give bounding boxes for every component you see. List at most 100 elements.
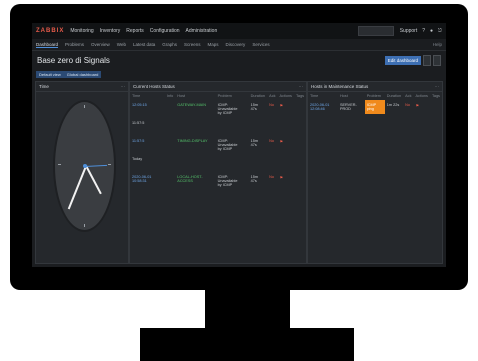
menu-inventory[interactable]: Inventory	[100, 28, 121, 34]
subnav-overview[interactable]: Overview	[91, 42, 110, 47]
column-header[interactable]: Host	[338, 92, 365, 100]
row-host[interactable]: GATEWAY-MAIN	[175, 100, 215, 118]
app-logo[interactable]: ZABBIX	[36, 28, 64, 34]
top-icons: Support ? ● ⎋	[400, 28, 442, 34]
row-time[interactable]: 12:05:15	[130, 100, 165, 118]
column-header[interactable]: Actions	[278, 92, 294, 100]
widget-title: Time	[39, 84, 49, 89]
menu-icon[interactable]	[423, 54, 431, 66]
widget-menu-icon[interactable]: ⋯	[121, 82, 126, 91]
action-icon[interactable]: ⚑	[278, 172, 294, 190]
action-icon[interactable]: ⚑	[278, 100, 294, 118]
row-problem[interactable]: ICMP: Unavailable by ICMP	[216, 172, 249, 190]
row-problem[interactable]: ICMP: Unavailable by ICMP	[216, 100, 249, 118]
menu-administration[interactable]: Administration	[186, 28, 218, 34]
row-duration: 15m 47s	[250, 103, 259, 111]
app-screen: ZABBIX Monitoring Inventory Reports Conf…	[32, 23, 446, 267]
row-time[interactable]: 11:57:5	[130, 136, 165, 154]
row-time[interactable]: 2020-06-01 10:58:31	[130, 172, 165, 190]
row-time[interactable]: 2020-06-01 12:08:46	[308, 100, 338, 114]
sub-navigation: Dashboard Problems Overview Web Latest d…	[32, 39, 446, 51]
column-header[interactable]: Ack	[267, 92, 277, 100]
maintenance-widget: Hosts in Maintenance Status ⋯ Time Host …	[307, 81, 443, 264]
action-icon[interactable]: ⚑	[278, 136, 294, 154]
subnav-problems[interactable]: Problems	[65, 42, 84, 47]
row-ack[interactable]: No	[267, 172, 277, 190]
search-input[interactable]	[357, 26, 394, 36]
row-host[interactable]: TIMING-DISPLAY	[175, 136, 215, 154]
row-host[interactable]: LOCAL-HOST-ACCESS	[175, 172, 215, 190]
analog-clock	[53, 100, 116, 232]
subnav-screens[interactable]: Screens	[184, 42, 201, 47]
top-navigation: ZABBIX Monitoring Inventory Reports Conf…	[32, 23, 446, 39]
column-header[interactable]: Duration	[249, 92, 268, 100]
table-row[interactable]: 2020-06-01 10:58:31 LOCAL-HOST-ACCESS IC…	[130, 172, 306, 190]
page-header: Base zero di Signals Edit dashboard	[32, 51, 446, 69]
column-header[interactable]: Host	[175, 92, 215, 100]
row-duration: 15m 47s	[250, 175, 259, 183]
column-header[interactable]: Problem	[216, 92, 249, 100]
row-problem[interactable]: ICMP ping	[364, 100, 385, 114]
widget-header: Time ⋯	[36, 82, 128, 92]
column-header[interactable]: Actions	[413, 92, 429, 100]
subnav-maps[interactable]: Maps	[208, 42, 219, 47]
tab-global-dashboard[interactable]: Global dashboard	[63, 70, 102, 78]
column-header[interactable]: Ack	[403, 92, 413, 100]
widgets-area: Time ⋯ Current Hosts Status ⋯ Time Info …	[35, 81, 443, 264]
widget-menu-icon[interactable]: ⋯	[299, 82, 304, 91]
column-header[interactable]: Tags	[430, 92, 442, 100]
problems-widget: Current Hosts Status ⋯ Time Info Host Pr…	[129, 81, 307, 264]
widget-menu-icon[interactable]: ⋯	[435, 82, 440, 91]
support-link[interactable]: Support	[400, 28, 418, 34]
action-icon[interactable]: ⚑	[413, 100, 429, 114]
row-ack[interactable]: No	[267, 100, 277, 118]
tab-default-view[interactable]: Default view	[36, 70, 64, 78]
menu-configuration[interactable]: Configuration	[150, 28, 180, 34]
row-time: Today	[132, 157, 143, 161]
table-row[interactable]: 11:57:5 TIMING-DISPLAY ICMP: Unavailable…	[130, 136, 306, 154]
fullscreen-icon[interactable]	[433, 54, 441, 66]
logout-icon[interactable]: ⎋	[438, 28, 442, 34]
monitor-bezel: ZABBIX Monitoring Inventory Reports Conf…	[10, 4, 468, 290]
row-ack[interactable]: No	[403, 100, 413, 114]
dashboard-breadcrumb: Default view Global dashboard	[32, 69, 446, 79]
subnav-dashboard[interactable]: Dashboard	[36, 42, 59, 48]
column-header[interactable]: Tags	[294, 92, 306, 100]
maintenance-table: Time Host Problem Duration Ack Actions T…	[308, 92, 442, 114]
monitor-base	[140, 328, 354, 361]
user-icon[interactable]: ●	[430, 28, 433, 34]
widget-header: Current Hosts Status ⋯	[130, 82, 306, 92]
time-widget: Time ⋯	[35, 81, 129, 264]
table-row: 11:57:5	[130, 118, 306, 136]
subnav-discovery[interactable]: Discovery	[226, 42, 246, 47]
clock-center	[82, 164, 87, 168]
row-ack[interactable]: No	[267, 136, 277, 154]
column-header[interactable]: Problem	[365, 92, 385, 100]
widget-title: Hosts in Maintenance Status	[311, 84, 369, 89]
column-header[interactable]: Duration	[385, 92, 403, 100]
column-header[interactable]: Time	[308, 92, 338, 100]
row-duration: 15m 47s	[250, 139, 259, 147]
subnav-graphs[interactable]: Graphs	[162, 42, 177, 47]
subnav-web[interactable]: Web	[117, 42, 126, 47]
subnav-latest-data[interactable]: Latest data	[133, 42, 155, 47]
menu-monitoring[interactable]: Monitoring	[70, 28, 93, 34]
column-header[interactable]: Info	[165, 92, 175, 100]
column-header[interactable]: Time	[130, 92, 165, 100]
hour-hand	[84, 165, 102, 195]
subnav-help[interactable]: Help	[433, 42, 442, 47]
subnav-services[interactable]: Services	[252, 42, 269, 47]
help-icon[interactable]: ?	[422, 28, 425, 34]
table-row[interactable]: 2020-06-01 12:08:46 SERVER-PROD ICMP pin…	[308, 100, 442, 114]
table-row[interactable]: 12:05:15 GATEWAY-MAIN ICMP: Unavailable b…	[130, 100, 306, 118]
minute-hand	[67, 166, 86, 210]
problems-table: Time Info Host Problem Duration Ack Acti…	[130, 92, 306, 190]
main-menu: Monitoring Inventory Reports Configurati…	[70, 28, 217, 34]
row-time: 11:57:5	[132, 121, 145, 125]
row-duration: 1m 22s	[386, 103, 400, 107]
row-problem[interactable]: ICMP: Unavailable by ICMP	[216, 136, 249, 154]
edit-dashboard-button[interactable]: Edit dashboard	[384, 55, 421, 65]
monitor-neck	[205, 290, 290, 330]
menu-reports[interactable]: Reports	[126, 28, 144, 34]
row-host[interactable]: SERVER-PROD	[338, 100, 365, 114]
